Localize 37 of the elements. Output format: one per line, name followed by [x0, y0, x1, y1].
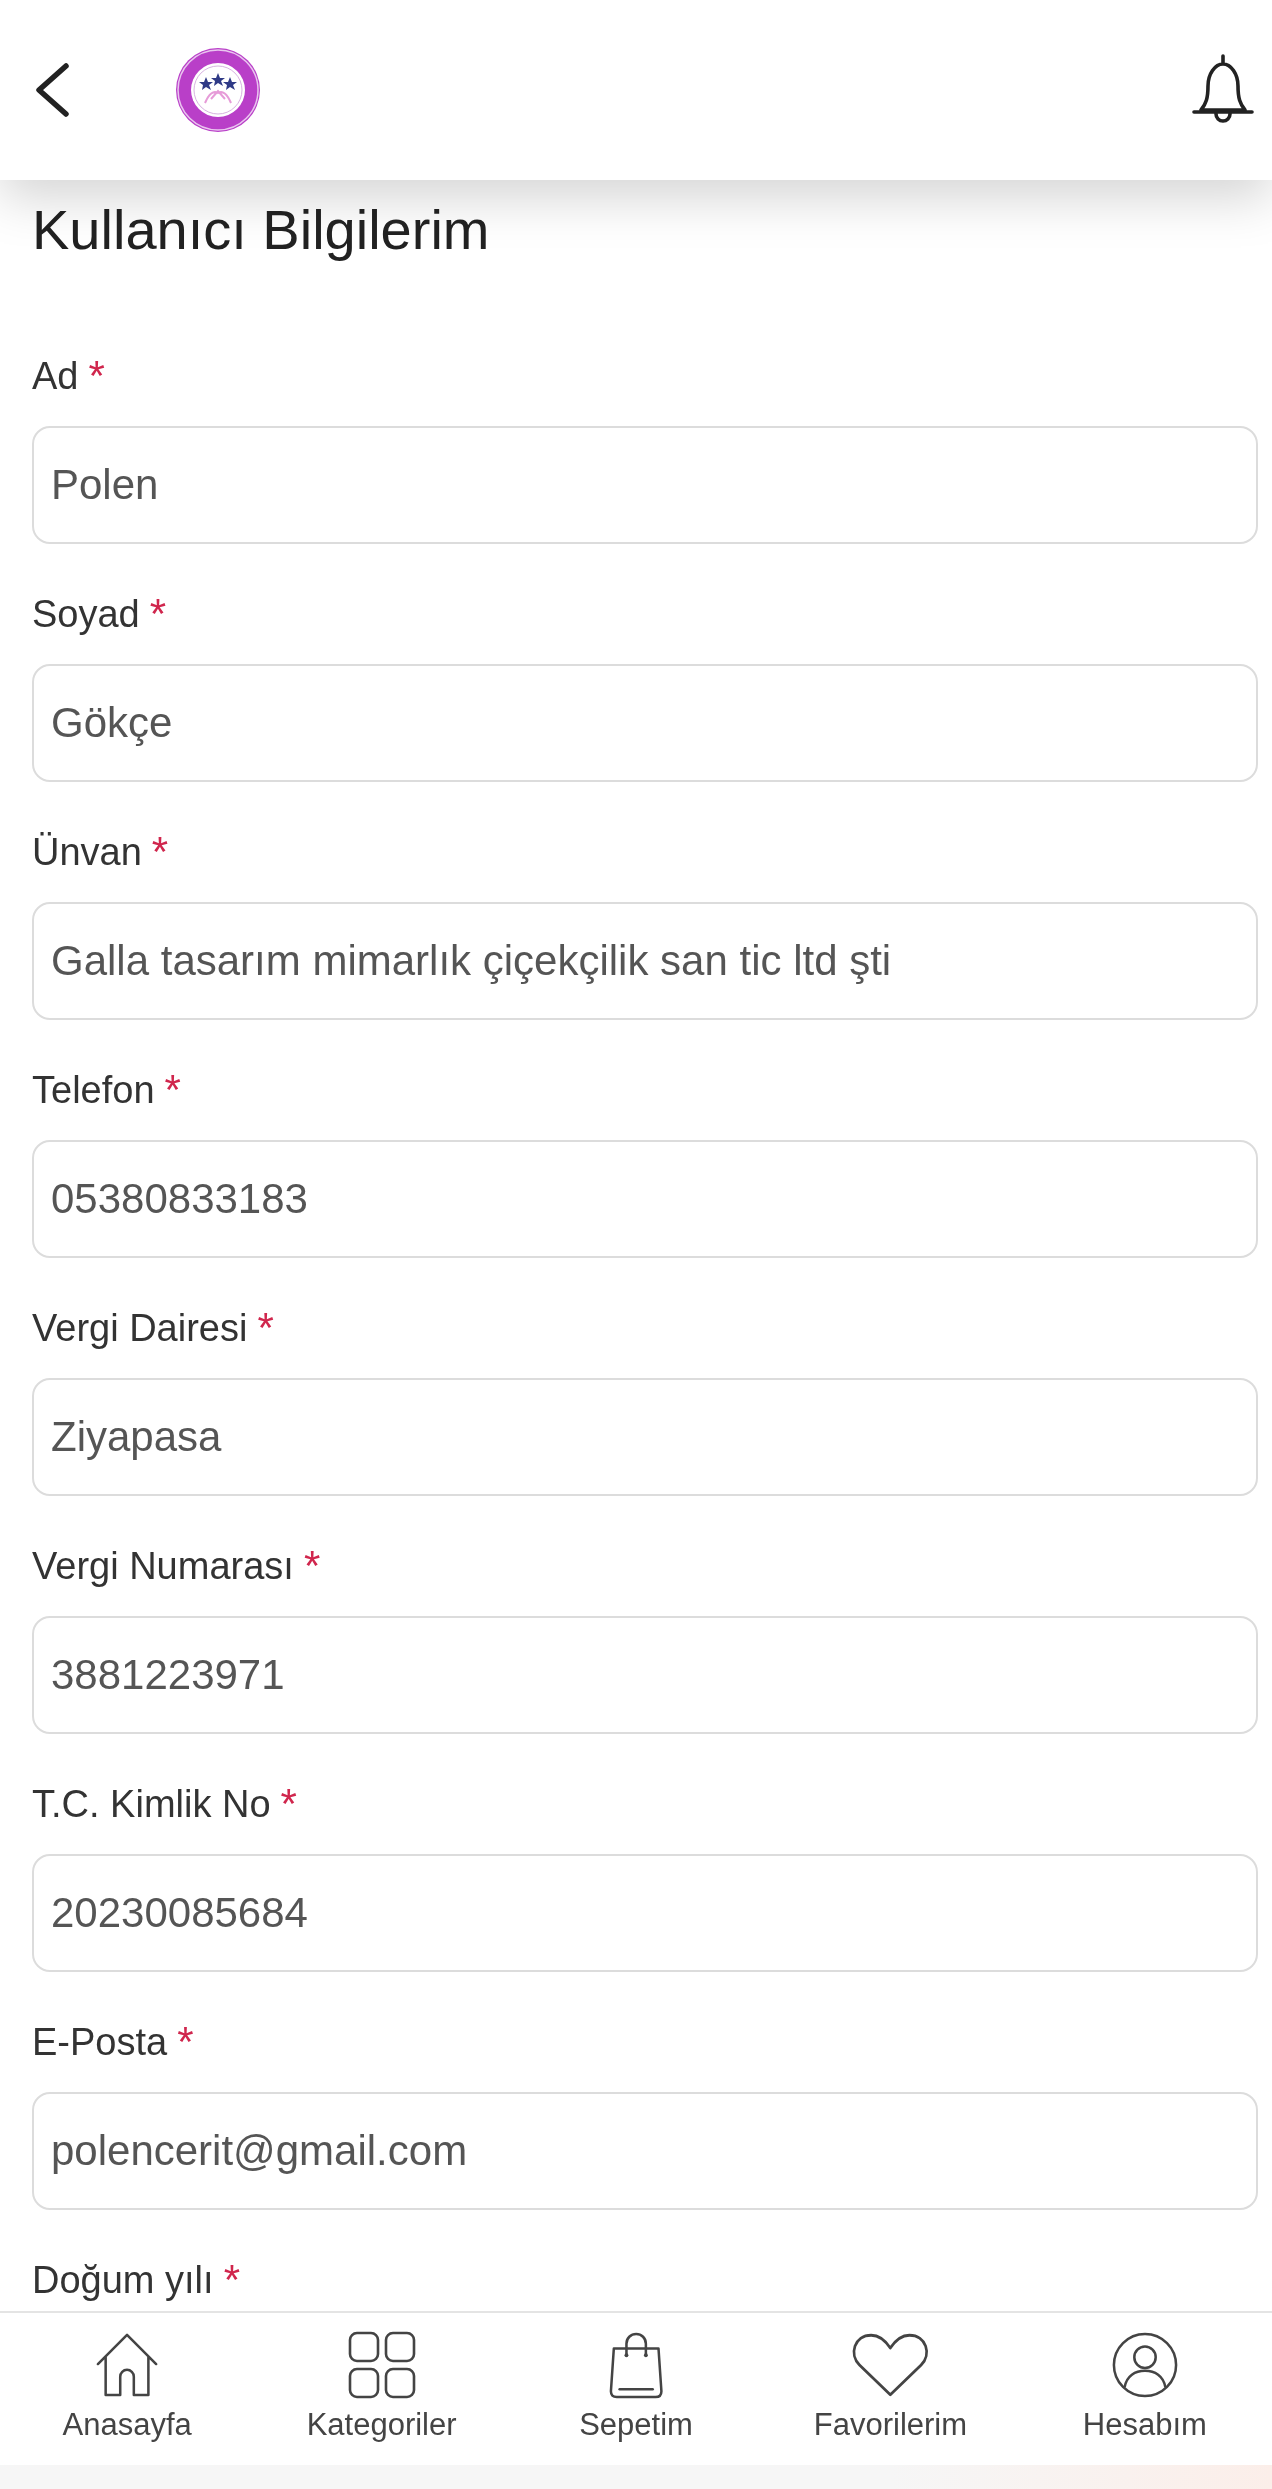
tab-bar-button[interactable]: Favorilerim [763, 2313, 1018, 2465]
grid-icon [347, 2331, 416, 2399]
required-mark: * [280, 1781, 297, 1827]
field-label: Vergi Dairesi [32, 1306, 248, 1351]
text-field[interactable]: 3881223971 [32, 1616, 1258, 1734]
tab-bar-button[interactable]: Anasayfa [0, 2313, 255, 2465]
required-mark: * [164, 1067, 181, 1113]
required-mark: * [151, 829, 169, 875]
text-field[interactable]: Polen [32, 426, 1258, 544]
field-label: Vergi Numarası [32, 1544, 294, 1589]
text-field[interactable]: Ziyapasa [32, 1378, 1258, 1496]
page-title: Kullanıcı Bilgilerim [32, 201, 491, 259]
field-label: T.C. Kimlik No [32, 1782, 271, 1827]
required-mark: * [257, 1305, 274, 1351]
field-label: E-Posta [32, 2020, 168, 2065]
tab-bar-button[interactable]: Hesabım [1017, 2313, 1272, 2465]
tab-bar-button[interactable]: Sepetim [508, 2313, 764, 2465]
field-label: Doğum yılı [32, 2258, 214, 2303]
heart-icon [851, 2331, 930, 2399]
field-label: Telefon [32, 1068, 155, 1113]
text-field[interactable]: polencerit@gmail.com [32, 2092, 1258, 2210]
required-mark: * [223, 2257, 240, 2303]
text-field[interactable]: Gökçe [32, 664, 1258, 782]
field-label: Ad [32, 354, 79, 399]
text-field[interactable]: 05380833183 [32, 1140, 1258, 1258]
required-mark: * [149, 591, 167, 637]
logo-icon [175, 47, 261, 133]
required-mark: * [177, 2019, 194, 2065]
required-mark: * [88, 353, 105, 399]
field-label: Soyad [32, 592, 140, 637]
field-label: Ünvan [32, 830, 142, 875]
required-mark: * [303, 1543, 321, 1589]
shopping-bag-icon [607, 2331, 665, 2399]
text-field[interactable]: 20230085684 [32, 1854, 1258, 1972]
tab-bar-button[interactable]: Kategoriler [254, 2313, 509, 2465]
text-field[interactable]: Galla tasarım mimarlık çiçekçilik san tic ltd şti [32, 902, 1258, 1020]
user-icon [1110, 2331, 1179, 2399]
